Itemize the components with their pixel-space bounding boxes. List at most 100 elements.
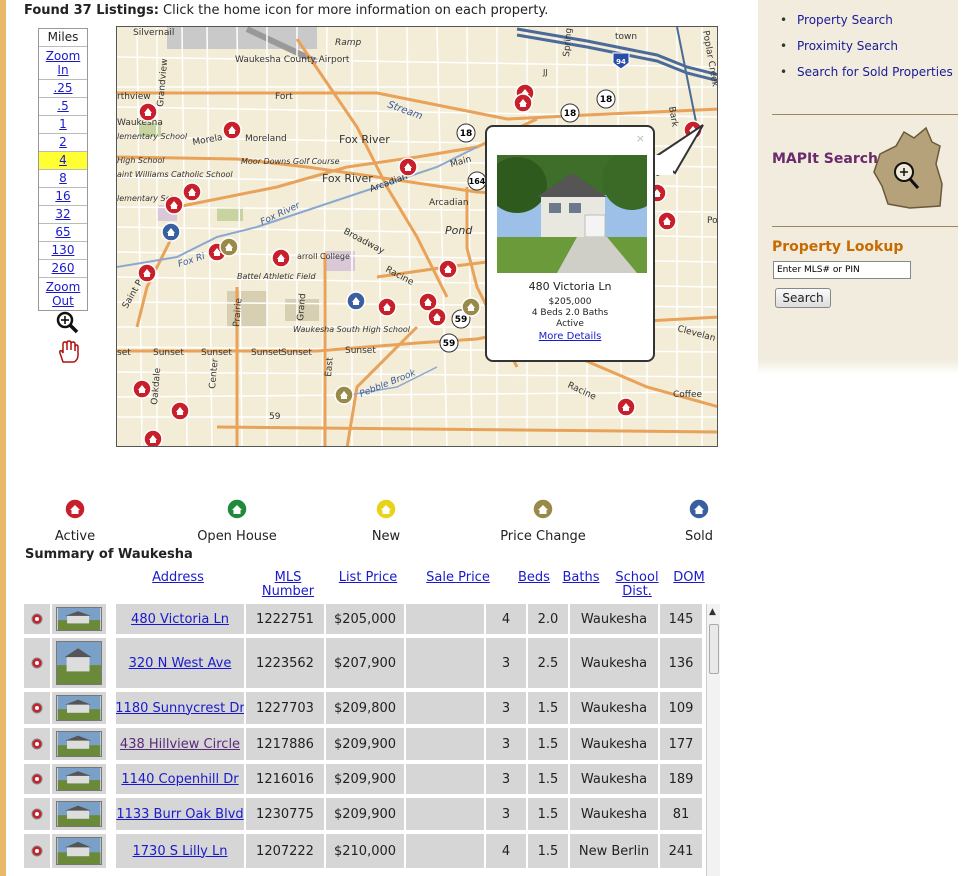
column-header-school-dist[interactable]: School Dist.	[614, 571, 660, 599]
dom-value: 145	[668, 611, 694, 627]
address-link[interactable]: 1730 S Lilly Ln	[133, 844, 228, 859]
address-link[interactable]: 1180 Sunnycrest Dr	[116, 701, 244, 716]
listing-marker-icon[interactable]	[161, 222, 181, 242]
listing-marker-icon[interactable]	[137, 263, 157, 283]
listing-marker-icon[interactable]	[334, 385, 354, 405]
status-dot-icon[interactable]	[31, 808, 43, 820]
mls-pin-input[interactable]	[773, 261, 911, 279]
listing-marker-icon[interactable]	[346, 291, 366, 311]
popup-pointer	[653, 124, 704, 175]
zoom-level-1[interactable]: 1	[59, 117, 67, 131]
zoom-level-0.25[interactable]: .25	[53, 81, 72, 95]
status-dot-icon[interactable]	[31, 702, 43, 714]
column-header-dom[interactable]: DOM	[672, 571, 706, 585]
listing-map[interactable]: 18 18 18 164 59 59 94 Silvernail Waukesh…	[116, 26, 718, 447]
cell-beds: 3	[486, 798, 526, 830]
sold-properties-search-link[interactable]: Search for Sold Properties	[774, 64, 954, 81]
status-dot-icon[interactable]	[31, 845, 43, 857]
zoom-level-16[interactable]: 16	[55, 189, 70, 203]
column-header-beds[interactable]: Beds	[516, 571, 552, 585]
legend-price-change-marker-icon	[532, 498, 554, 520]
list-price-value: $209,900	[333, 806, 397, 822]
listing-marker-icon[interactable]	[438, 259, 458, 279]
column-header-sale-price[interactable]: Sale Price	[426, 571, 490, 585]
scroll-up-arrow-icon[interactable]: ▲	[709, 607, 716, 617]
cell-dom: 81	[660, 798, 702, 830]
zoom-in-link[interactable]: Zoom In	[46, 49, 81, 77]
cell-baths: 1.5	[528, 798, 568, 830]
column-header-mls-number[interactable]: MLS Number	[248, 571, 328, 599]
pan-hand-icon[interactable]	[57, 340, 79, 364]
legend-open-house-marker-icon	[226, 498, 248, 520]
property-thumbnail[interactable]	[56, 767, 102, 791]
zoom-level-130[interactable]: 130	[52, 243, 75, 257]
listing-marker-icon[interactable]	[170, 401, 190, 421]
address-link[interactable]: 1133 Burr Oak Blvd	[116, 807, 243, 822]
listing-marker-icon[interactable]	[657, 211, 677, 231]
mls-value: 1216016	[256, 771, 314, 787]
listing-marker-icon[interactable]	[377, 297, 397, 317]
popup-more-details-link[interactable]: More Details	[487, 331, 653, 342]
property-thumbnail[interactable]	[56, 641, 102, 685]
zoom-level-0.5[interactable]: .5	[57, 99, 68, 113]
listing-marker-icon[interactable]	[513, 93, 533, 113]
property-thumbnail[interactable]	[56, 607, 102, 631]
magnifier-zoom-icon[interactable]	[55, 310, 79, 334]
route-59-shield-b: 59	[443, 339, 456, 349]
proximity-search-link[interactable]: Proximity Search	[774, 38, 954, 55]
status-dot-icon[interactable]	[31, 773, 43, 785]
row-status-marker-cell	[24, 798, 50, 830]
column-header-list-price[interactable]: List Price	[338, 571, 398, 585]
listing-marker-icon[interactable]	[132, 379, 152, 399]
listing-marker-icon[interactable]	[398, 157, 418, 177]
listing-marker-icon[interactable]	[271, 248, 291, 268]
wisconsin-map-icon[interactable]	[870, 124, 948, 216]
column-header-address[interactable]: Address	[148, 571, 208, 585]
status-dot-icon[interactable]	[31, 738, 43, 750]
property-thumbnail[interactable]	[56, 837, 102, 865]
zoom-level-4-selected[interactable]: 4	[59, 153, 67, 167]
listing-marker-icon[interactable]	[222, 120, 242, 140]
status-dot-icon[interactable]	[31, 613, 43, 625]
listing-marker-icon[interactable]	[616, 397, 636, 417]
zoom-level-8[interactable]: 8	[59, 171, 67, 185]
listing-marker-icon[interactable]	[143, 429, 163, 447]
cell-beds: 3	[486, 728, 526, 760]
column-header-baths[interactable]: Baths	[560, 571, 602, 585]
cell-address: 1133 Burr Oak Blvd	[116, 798, 244, 830]
map-label-set: set	[117, 348, 131, 358]
map-label-battel-field: Battel Athletic Field	[237, 272, 316, 281]
property-thumbnail[interactable]	[56, 801, 102, 827]
address-link[interactable]: 320 N West Ave	[129, 656, 232, 671]
listing-marker-icon[interactable]	[219, 237, 239, 257]
property-search-link[interactable]: Property Search	[774, 12, 954, 29]
map-label-jj: JJ	[542, 68, 548, 77]
zoom-level-65[interactable]: 65	[55, 225, 70, 239]
zoom-level-2[interactable]: 2	[59, 135, 67, 149]
popup-property-photo[interactable]	[497, 155, 647, 273]
status-dot-icon[interactable]	[31, 657, 43, 669]
property-thumbnail[interactable]	[56, 695, 102, 721]
scroll-thumb[interactable]	[709, 624, 719, 674]
address-link[interactable]: 438 Hillview Circle	[120, 737, 240, 752]
popup-beds-baths: 4 Beds 2.0 Baths	[531, 308, 609, 318]
listing-marker-icon[interactable]	[182, 182, 202, 202]
listing-marker-icon[interactable]	[427, 307, 447, 327]
lookup-search-button[interactable]: Search	[775, 288, 831, 308]
zoom-level-32[interactable]: 32	[55, 207, 70, 221]
listing-marker-icon[interactable]	[461, 297, 481, 317]
property-thumbnail[interactable]	[56, 731, 102, 757]
baths-value: 2.0	[537, 611, 559, 627]
list-price-value: $209,900	[333, 771, 397, 787]
beds-value: 3	[501, 806, 511, 822]
listing-marker-icon[interactable]	[164, 195, 184, 215]
address-link[interactable]: 480 Victoria Ln	[131, 612, 229, 627]
mapit-search-link[interactable]: MAPIt Search	[772, 151, 878, 167]
listing-marker-icon[interactable]	[138, 102, 158, 122]
zoom-level-260[interactable]: 260	[52, 261, 75, 275]
address-link[interactable]: 1140 Copenhill Dr	[121, 772, 238, 787]
table-scrollbar[interactable]: ▲	[706, 604, 720, 876]
row-thumbnail-cell	[52, 798, 106, 830]
zoom-out-link[interactable]: Zoom Out	[46, 280, 81, 308]
popup-close-button[interactable]: ×	[636, 132, 645, 145]
